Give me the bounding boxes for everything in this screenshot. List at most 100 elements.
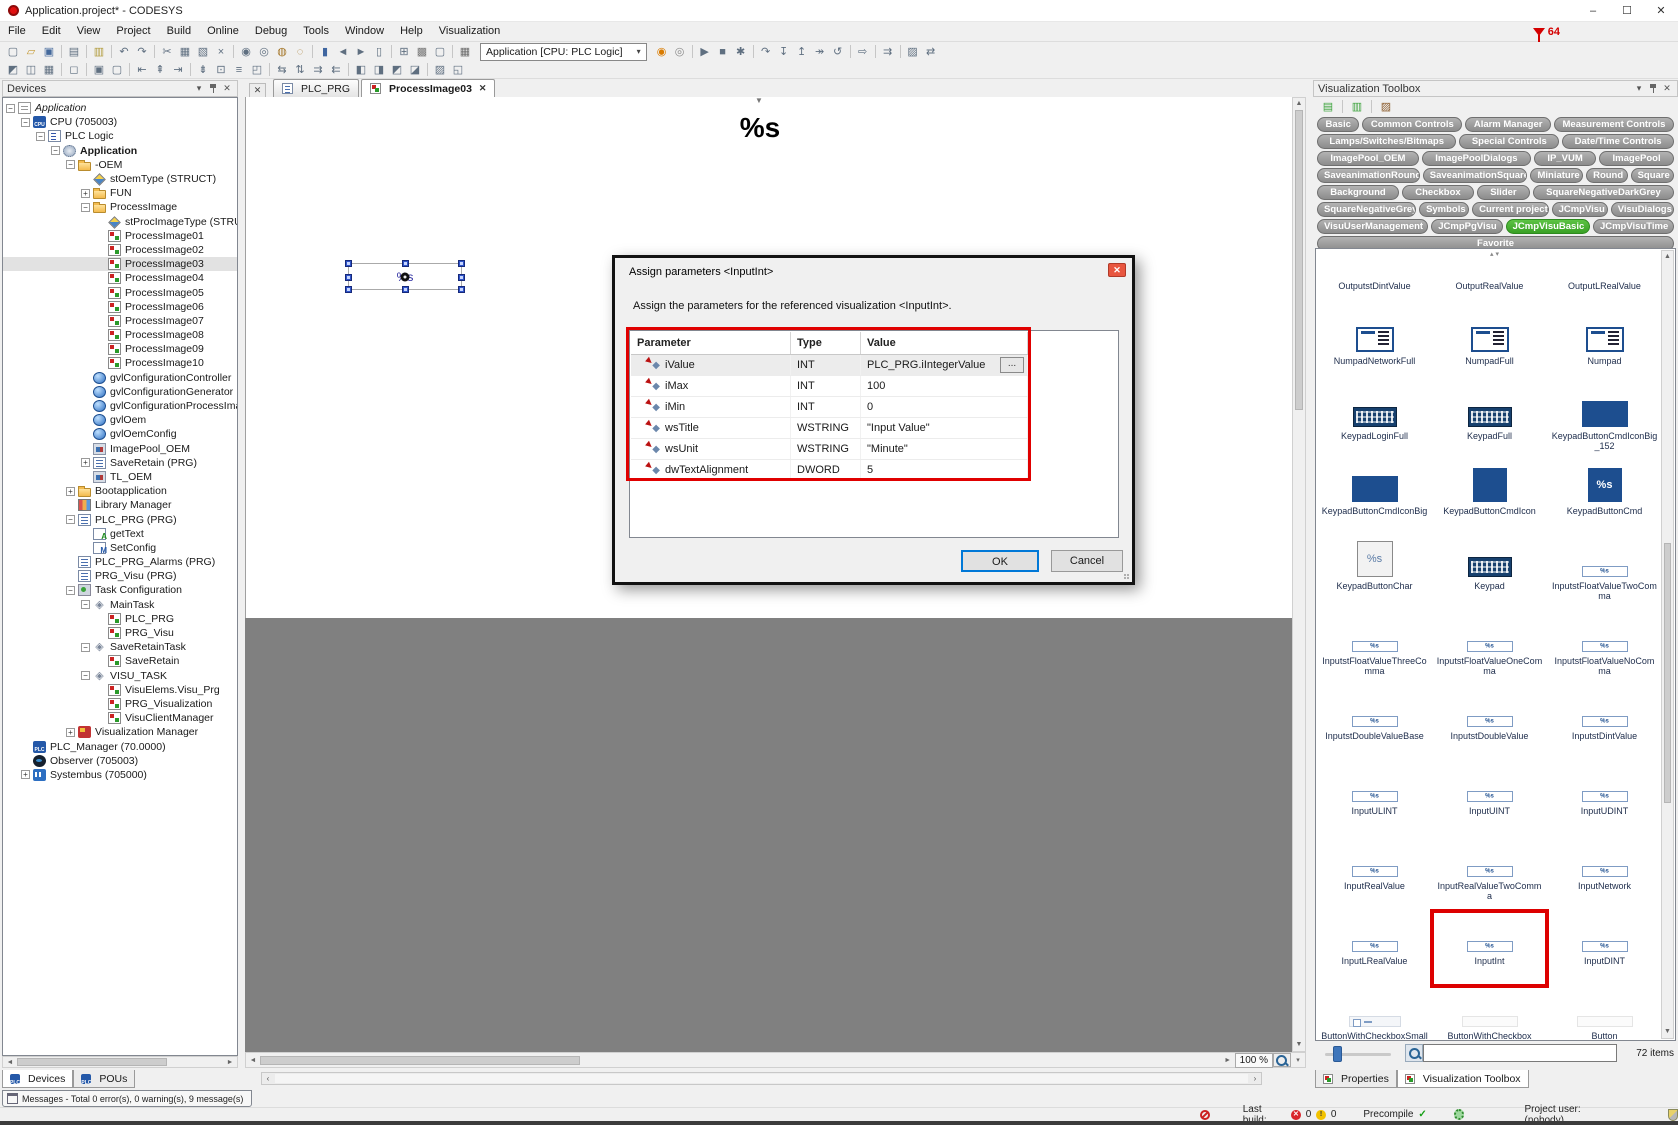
watch-icon[interactable]: ⇄ bbox=[922, 44, 940, 59]
toolbox-item-numpadnetworkfull[interactable]: NumpadNetworkFull bbox=[1317, 311, 1432, 386]
zoom-level[interactable]: 100 % bbox=[1235, 1053, 1273, 1068]
toolbox-item-inputlrealvalue[interactable]: InputLRealValue bbox=[1317, 911, 1432, 986]
resize-handle-e[interactable] bbox=[458, 274, 465, 281]
tree-item-processimage03[interactable]: ProcessImage03 bbox=[3, 257, 237, 271]
tab-close-icon[interactable]: ✕ bbox=[479, 83, 487, 94]
tree-item-gvlconfigurationgenerator[interactable]: gvlConfigurationGenerator bbox=[3, 385, 237, 399]
tree-item-processimage07[interactable]: ProcessImage07 bbox=[3, 314, 237, 328]
make-same-size-icon[interactable]: ◰ bbox=[248, 62, 266, 77]
editor-horizontal-scrollbar[interactable]: ◄► 100 % ▾ bbox=[245, 1052, 1306, 1068]
toolbox-item-keypadbuttoncmd[interactable]: KeypadButtonCmd bbox=[1547, 461, 1662, 536]
delete-icon[interactable]: × bbox=[212, 44, 230, 59]
toolbox-item-numpadfull[interactable]: NumpadFull bbox=[1432, 311, 1547, 386]
service-tool-icon[interactable]: ✱ bbox=[732, 44, 750, 59]
tree-item-gvloemconfig[interactable]: gvlOemConfig bbox=[3, 427, 237, 441]
toolbox-item-inputrealvalue[interactable]: InputRealValue bbox=[1317, 836, 1432, 911]
distribute-horizontally-icon[interactable]: ⇆ bbox=[273, 62, 291, 77]
dialog-resize-grip[interactable] bbox=[1124, 574, 1130, 580]
tree-item-stprocimagetype-struct-[interactable]: stProcImageType (STRUCT) bbox=[3, 215, 237, 229]
category-alarm-manager[interactable]: Alarm Manager bbox=[1465, 117, 1551, 132]
flow-control-icon[interactable]: ⇉ bbox=[879, 44, 897, 59]
tree-item-plc-prg-prg-[interactable]: −PLC_PRG (PRG) bbox=[3, 512, 237, 526]
panel-tab-properties[interactable]: Properties bbox=[1315, 1070, 1397, 1088]
parameter-value-cell[interactable]: PLC_PRG.iIntegerValue... bbox=[861, 355, 1028, 375]
tree-expand-toggle[interactable]: + bbox=[21, 770, 30, 779]
tree-item-plc-prg[interactable]: PLC_PRG bbox=[3, 612, 237, 626]
category-slider[interactable]: Slider bbox=[1477, 185, 1530, 200]
parameter-row-imin[interactable]: iMinINT0 bbox=[631, 397, 1028, 418]
tree-expand-toggle[interactable]: − bbox=[81, 203, 90, 212]
category-ip-vum[interactable]: IP_VUM bbox=[1534, 151, 1596, 166]
menu-visualization[interactable]: Visualization bbox=[431, 22, 509, 41]
tree-item-processimage01[interactable]: ProcessImage01 bbox=[3, 229, 237, 243]
menu-build[interactable]: Build bbox=[159, 22, 199, 41]
tree-expand-toggle[interactable]: − bbox=[6, 104, 15, 113]
tree-item-observer-705003-[interactable]: Observer (705003) bbox=[3, 754, 237, 768]
tree-expand-toggle[interactable]: − bbox=[81, 643, 90, 652]
tree-item-prg-visualization[interactable]: PRG_Visualization bbox=[3, 697, 237, 711]
toolbox-item-inputnetwork[interactable]: InputNetwork bbox=[1547, 836, 1662, 911]
tree-item-processimage06[interactable]: ProcessImage06 bbox=[3, 300, 237, 314]
parameter-row-wsunit[interactable]: wsUnitWSTRING"Minute" bbox=[631, 439, 1028, 460]
parameter-value-cell[interactable]: "Input Value" bbox=[861, 418, 1028, 438]
menu-file[interactable]: File bbox=[0, 22, 34, 41]
devices-pin-icon[interactable] bbox=[209, 84, 217, 93]
tree-item-tl-oem[interactable]: TL_OEM bbox=[3, 470, 237, 484]
parameter-row-wstitle[interactable]: wsTitleWSTRING"Input Value" bbox=[631, 418, 1028, 439]
minimize-button[interactable]: – bbox=[1576, 0, 1610, 21]
save-project-icon[interactable]: ▣ bbox=[40, 44, 58, 59]
stop-icon[interactable]: ■ bbox=[714, 44, 732, 59]
hotkey-configuration-icon[interactable]: ▦ bbox=[40, 62, 58, 77]
tree-item-visualization-manager[interactable]: +Visualization Manager bbox=[3, 725, 237, 739]
bring-to-front-icon[interactable]: ◧ bbox=[352, 62, 370, 77]
toolbox-item-inputstdoublevalue[interactable]: InputstDoubleValue bbox=[1432, 686, 1547, 761]
tree-item--oem[interactable]: −-OEM bbox=[3, 158, 237, 172]
scale-elements-icon[interactable]: ◱ bbox=[449, 62, 467, 77]
category-round[interactable]: Round bbox=[1586, 168, 1627, 183]
replace-all-icon[interactable]: ◌ bbox=[291, 44, 309, 59]
tree-item-library-manager[interactable]: Library Manager bbox=[3, 498, 237, 512]
toolbox-item-keypadbuttoncmdicon[interactable]: KeypadButtonCmdIcon bbox=[1432, 461, 1547, 536]
next-bookmark-icon[interactable]: ► bbox=[352, 44, 370, 59]
resize-handle-nw[interactable] bbox=[345, 260, 352, 267]
toolbox-item-keypadfull[interactable]: KeypadFull bbox=[1432, 386, 1547, 461]
active-application-selector[interactable]: Application [CPU: PLC Logic]▾ bbox=[480, 43, 647, 61]
tree-expand-toggle[interactable]: − bbox=[51, 146, 60, 155]
toolbox-pin-icon[interactable] bbox=[1649, 84, 1657, 93]
menu-window[interactable]: Window bbox=[337, 22, 392, 41]
toolbox-item-outputlrealvalue[interactable]: OutputLRealValue bbox=[1547, 248, 1662, 311]
tree-expand-toggle[interactable]: − bbox=[36, 132, 45, 141]
devices-horizontal-scrollbar[interactable]: ◄► bbox=[2, 1056, 238, 1068]
editor-tab-plc_prg[interactable]: PLC_PRG bbox=[273, 79, 359, 97]
tree-expand-toggle[interactable]: − bbox=[66, 160, 75, 169]
toolbox-item-inputudint[interactable]: InputUDINT bbox=[1547, 761, 1662, 836]
login-icon[interactable]: ◉ bbox=[653, 44, 671, 59]
devices-dropdown-icon[interactable]: ▾ bbox=[193, 83, 205, 94]
category-squarenegativegrey[interactable]: SquareNegativeGrey bbox=[1317, 202, 1416, 217]
frame-selection-icon[interactable]: ◻ bbox=[65, 62, 83, 77]
export-icon[interactable]: ▩ bbox=[413, 44, 431, 59]
menu-online[interactable]: Online bbox=[199, 22, 247, 41]
customize-toolbox-icon[interactable]: ▨ bbox=[1377, 99, 1395, 114]
panel-tab-devices[interactable]: Devices bbox=[2, 1070, 73, 1088]
cancel-button[interactable]: Cancel bbox=[1051, 550, 1123, 572]
tree-item-maintask[interactable]: −MainTask bbox=[3, 598, 237, 612]
category-measurement-controls[interactable]: Measurement Controls bbox=[1554, 117, 1674, 132]
toolbox-item-keypad[interactable]: Keypad bbox=[1432, 536, 1547, 611]
visualization-styles-icon[interactable]: ▨ bbox=[904, 44, 922, 59]
dialog-close-button[interactable]: ✕ bbox=[1108, 263, 1126, 277]
toolbox-item-keypadbuttoncmdiconbig_152[interactable]: KeypadButtonCmdIconBig_152 bbox=[1547, 386, 1662, 461]
redo-icon[interactable]: ↷ bbox=[133, 44, 151, 59]
category-jcmpvisutime[interactable]: JCmpVisuTime bbox=[1593, 219, 1674, 234]
toolbox-item-keypadbuttonchar[interactable]: KeypadButtonChar bbox=[1317, 536, 1432, 611]
print-icon[interactable]: ▤ bbox=[65, 44, 83, 59]
toolbox-item-inputdint[interactable]: InputDINT bbox=[1547, 911, 1662, 986]
parameter-value-cell[interactable]: 100 bbox=[861, 376, 1028, 396]
category-imagepooldialogs[interactable]: ImagePoolDialogs bbox=[1422, 151, 1531, 166]
start-icon[interactable]: ▶ bbox=[696, 44, 714, 59]
category-date-time-controls[interactable]: Date/Time Controls bbox=[1562, 134, 1674, 149]
category-symbols[interactable]: Symbols bbox=[1419, 202, 1469, 217]
step-out-icon[interactable]: ↥ bbox=[793, 44, 811, 59]
build-icon[interactable]: ▦ bbox=[456, 44, 474, 59]
category-saveanimationsquare[interactable]: SaveanimationSquare bbox=[1423, 168, 1528, 183]
